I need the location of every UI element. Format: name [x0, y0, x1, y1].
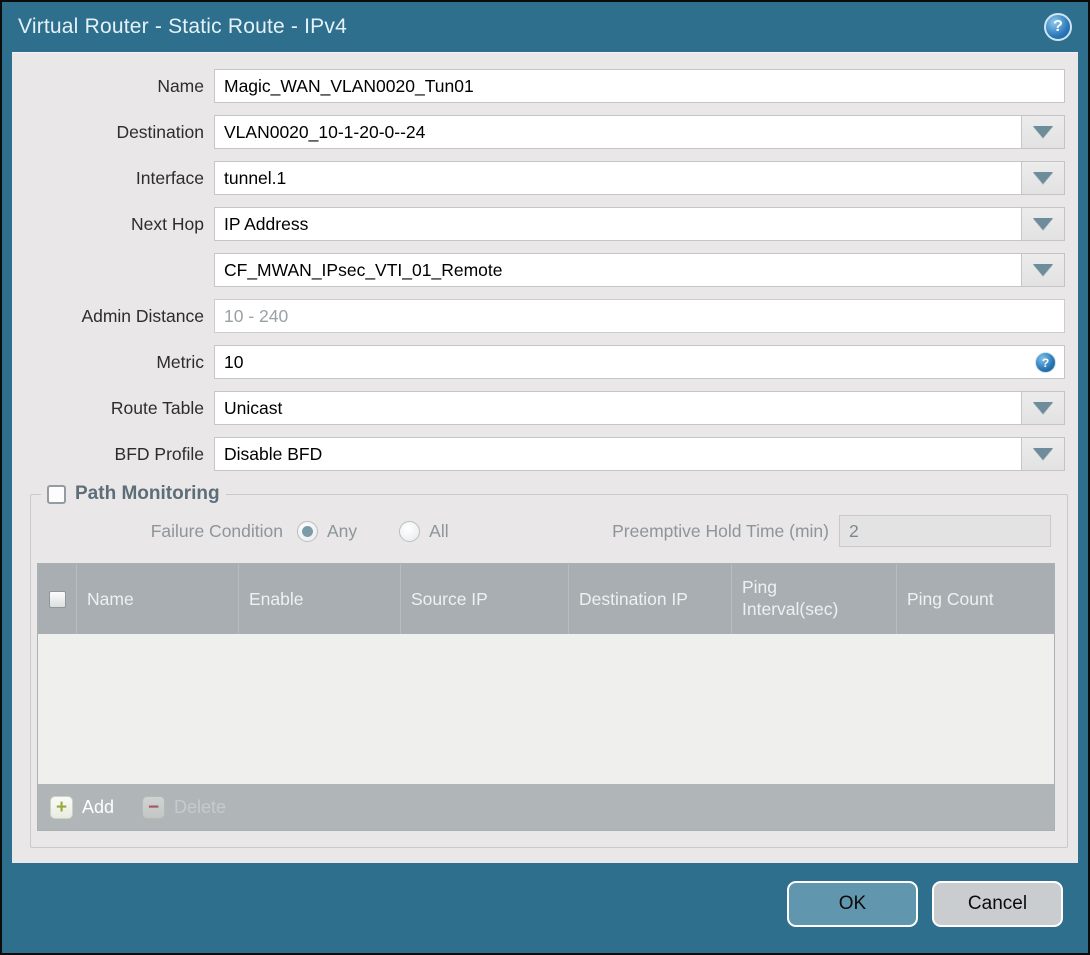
form-row-next-hop: Next Hop [12, 207, 1065, 241]
route-table-input[interactable] [214, 391, 1022, 425]
admin-distance-input[interactable] [214, 299, 1065, 333]
name-label: Name [157, 75, 204, 96]
failure-condition-any-label: Any [327, 520, 358, 541]
table-body-empty [38, 634, 1054, 784]
ok-button[interactable]: OK [787, 881, 918, 927]
path-monitoring-checkbox[interactable] [47, 484, 66, 504]
next-hop-label: Next Hop [131, 213, 204, 234]
add-button[interactable]: + Add [50, 795, 115, 819]
preemptive-hold-time-input[interactable] [839, 515, 1051, 547]
destination-dropdown-button[interactable] [1022, 115, 1065, 149]
failure-condition-all-label: All [429, 520, 449, 541]
interface-label: Interface [135, 167, 204, 188]
form-row-destination: Destination [12, 115, 1065, 149]
table-header-row: Name Enable Source IP Destination IP Pin… [38, 564, 1054, 634]
destination-input[interactable] [214, 115, 1022, 149]
next-hop-type-dropdown-button[interactable] [1022, 207, 1065, 241]
cancel-button[interactable]: Cancel [932, 881, 1063, 927]
triangle-down-icon [1033, 218, 1053, 230]
dialog-title: Virtual Router - Static Route - IPv4 [18, 15, 347, 38]
select-all-checkbox[interactable] [48, 590, 66, 608]
table-header-enable[interactable]: Enable [238, 564, 400, 634]
table-header-name[interactable]: Name [76, 564, 238, 634]
add-button-label: Add [82, 796, 115, 817]
form-row-admin-distance: Admin Distance [12, 299, 1065, 333]
triangle-down-icon [1033, 126, 1053, 138]
next-hop-type-input[interactable] [214, 207, 1022, 241]
interface-dropdown-button[interactable] [1022, 161, 1065, 195]
table-footer-toolbar: + Add − Delete [38, 784, 1054, 830]
table-header-destination-ip[interactable]: Destination IP [568, 564, 731, 634]
table-header-ping-count[interactable]: Ping Count [896, 564, 1054, 634]
metric-help-icon[interactable]: ? [1035, 352, 1056, 373]
minus-icon: − [142, 795, 166, 819]
triangle-down-icon [1033, 172, 1053, 184]
metric-label: Metric [156, 351, 204, 372]
next-hop-address-input[interactable] [214, 253, 1022, 287]
failure-condition-row: Failure Condition Any All Preemptive Hol… [31, 515, 1067, 547]
help-icon[interactable]: ? [1044, 13, 1072, 41]
delete-button[interactable]: − Delete [142, 795, 227, 819]
form-row-metric: Metric ? [12, 345, 1065, 379]
triangle-down-icon [1033, 264, 1053, 276]
triangle-down-icon [1033, 448, 1053, 460]
table-header-source-ip[interactable]: Source IP [400, 564, 568, 634]
route-table-label: Route Table [110, 397, 204, 418]
failure-condition-label: Failure Condition [150, 520, 283, 541]
failure-condition-all-radio[interactable] [399, 520, 421, 542]
static-route-dialog: Virtual Router - Static Route - IPv4 ? N… [0, 0, 1090, 955]
form-row-name: Name [12, 69, 1065, 103]
dialog-titlebar: Virtual Router - Static Route - IPv4 [2, 2, 1088, 52]
preemptive-hold-time-label: Preemptive Hold Time (min) [612, 520, 829, 541]
name-input[interactable] [214, 69, 1065, 103]
route-table-dropdown-button[interactable] [1022, 391, 1065, 425]
bfd-profile-dropdown-button[interactable] [1022, 437, 1065, 471]
dialog-content: Name Destination Interface [12, 52, 1078, 863]
path-monitoring-legend: Path Monitoring [41, 483, 226, 505]
bfd-profile-input[interactable] [214, 437, 1022, 471]
form-row-bfd-profile: BFD Profile [12, 437, 1065, 471]
path-monitoring-table: Name Enable Source IP Destination IP Pin… [37, 563, 1055, 831]
next-hop-address-dropdown-button[interactable] [1022, 253, 1065, 287]
destination-label: Destination [116, 121, 204, 142]
form-row-next-hop-address [12, 253, 1065, 287]
admin-distance-label: Admin Distance [81, 305, 204, 326]
table-header-select-cell [38, 564, 76, 634]
bfd-profile-label: BFD Profile [114, 443, 204, 464]
path-monitoring-section: Path Monitoring Failure Condition Any Al… [30, 483, 1068, 848]
table-header-ping-interval[interactable]: Ping Interval(sec) [731, 564, 896, 634]
dialog-footer: OK Cancel [787, 881, 1063, 927]
delete-button-label: Delete [174, 796, 227, 817]
path-monitoring-title: Path Monitoring [75, 483, 220, 504]
triangle-down-icon [1033, 402, 1053, 414]
form-row-route-table: Route Table [12, 391, 1065, 425]
interface-input[interactable] [214, 161, 1022, 195]
form-row-interface: Interface [12, 161, 1065, 195]
metric-input[interactable] [214, 345, 1065, 379]
failure-condition-any-radio[interactable] [297, 520, 318, 542]
plus-icon: + [50, 795, 73, 819]
